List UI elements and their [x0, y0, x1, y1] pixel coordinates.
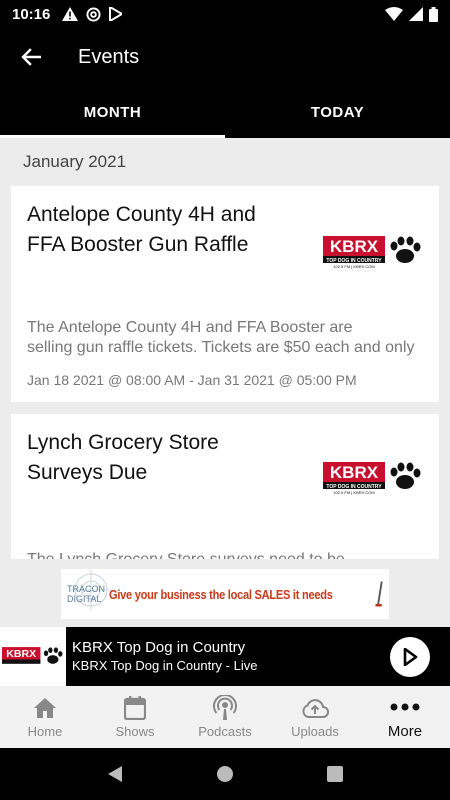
kbrx-logo: KBRX TOP DOG IN COUNTRY 102.9 FM | KBRX.…	[323, 236, 421, 269]
nav-label: Uploads	[291, 724, 339, 739]
event-title: Lynch Grocery Store Surveys Due	[27, 431, 219, 484]
play-button[interactable]	[390, 636, 430, 677]
at-sign-icon	[86, 6, 101, 22]
play-icon	[403, 647, 418, 666]
nav-shows[interactable]: Shows	[90, 686, 180, 748]
now-playing-bar[interactable]: KBRX KBRX Top Dog in Country KBRX Top Do…	[0, 627, 450, 686]
ad-brand: TRACON DIGITAL	[67, 570, 111, 610]
player-info: KBRX Top Dog in Country KBRX Top Dog in …	[72, 638, 390, 675]
nav-label: Podcasts	[198, 724, 252, 739]
arrow-left-icon	[21, 48, 41, 66]
status-time: 10:16	[12, 5, 51, 23]
event-date: Jan 18 2021 @ 08:00 AM - Jan 31 2021 @ 0…	[27, 372, 357, 388]
status-bar: 10:16	[0, 0, 450, 28]
more-dots-icon	[390, 703, 420, 711]
triangle-back-icon	[108, 766, 122, 782]
cloud-upload-icon	[302, 699, 329, 718]
station-logo: KBRX	[0, 627, 66, 686]
nav-more[interactable]: More	[360, 686, 450, 748]
system-back-button[interactable]	[95, 754, 135, 794]
month-header: January 2021	[23, 152, 127, 171]
signal-icon	[409, 7, 423, 21]
bottom-navigation: Home Shows Podcasts Uploads More	[0, 686, 450, 748]
event-card[interactable]: Antelope County 4H and FFA Booster Gun R…	[11, 186, 439, 402]
event-title: Antelope County 4H and FFA Booster Gun R…	[27, 203, 256, 256]
play-store-icon	[109, 7, 123, 21]
app-bar: Events	[0, 28, 450, 86]
alert-icon	[62, 7, 79, 21]
svg-text:KBRX: KBRX	[330, 237, 379, 256]
podcast-icon	[213, 695, 237, 720]
circle-home-icon	[217, 766, 233, 782]
svg-text:KBRX: KBRX	[330, 463, 379, 482]
nav-label: Shows	[115, 724, 155, 739]
player-title: KBRX Top Dog in Country	[72, 639, 246, 656]
kbrx-logo: KBRX	[2, 646, 63, 664]
nav-uploads[interactable]: Uploads	[270, 686, 360, 748]
event-card[interactable]: Lynch Grocery Store Surveys Due KBRX TOP…	[11, 414, 439, 559]
ad-text: Give your business the local SALES it ne…	[109, 586, 334, 602]
svg-text:102.9 FM | KBRX.COM: 102.9 FM | KBRX.COM	[333, 490, 375, 495]
ad-area: TRACON DIGITAL Give your business the lo…	[0, 559, 450, 627]
ad-banner[interactable]: TRACON DIGITAL Give your business the lo…	[61, 569, 389, 619]
nav-label: More	[387, 723, 423, 740]
nav-podcasts[interactable]: Podcasts	[180, 686, 270, 748]
tab-month[interactable]: MONTH	[0, 86, 225, 138]
tab-bar: MONTH TODAY	[0, 86, 450, 138]
event-description: The Lynch Grocery Store surveys need to …	[27, 550, 427, 559]
event-description: The Antelope County 4H and FFA Booster a…	[27, 319, 415, 356]
home-icon	[34, 698, 56, 718]
player-subtitle: KBRX Top Dog in Country - Live	[72, 658, 258, 673]
system-recents-button[interactable]	[315, 754, 355, 794]
nav-label: Home	[27, 724, 63, 739]
back-button[interactable]	[0, 28, 62, 86]
page-title: Events	[78, 45, 140, 68]
wifi-icon	[385, 7, 403, 21]
calendar-icon	[124, 696, 146, 720]
svg-text:KBRX: KBRX	[6, 648, 36, 660]
svg-text:102.9 FM | KBRX.COM: 102.9 FM | KBRX.COM	[333, 264, 375, 269]
system-navigation	[0, 748, 450, 800]
nav-home[interactable]: Home	[0, 686, 90, 748]
system-home-button[interactable]	[205, 754, 245, 794]
square-recents-icon	[327, 766, 343, 782]
events-list[interactable]: January 2021 Antelope County 4H and FFA …	[0, 138, 450, 559]
kbrx-logo: KBRX TOP DOG IN COUNTRY 102.9 FM | KBRX.…	[323, 462, 421, 495]
battery-icon	[429, 6, 438, 22]
ad-graphic-icon	[375, 581, 383, 607]
tab-today[interactable]: TODAY	[225, 86, 450, 138]
